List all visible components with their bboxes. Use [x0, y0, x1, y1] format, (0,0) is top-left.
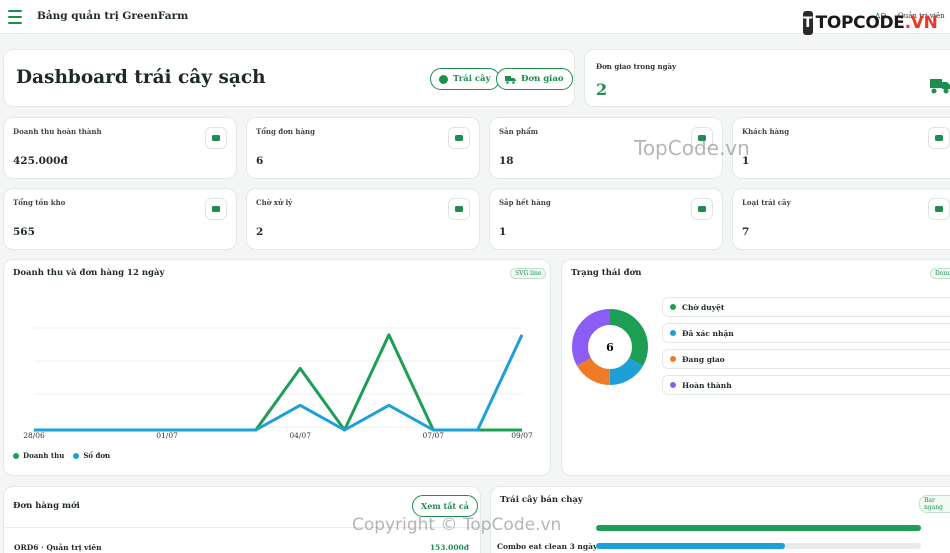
x-tick-label: 01/07: [156, 431, 178, 440]
logo-mark-icon: T: [803, 11, 813, 35]
stat-value: 1: [742, 155, 750, 167]
status-label: Hoàn thành: [682, 380, 732, 390]
view-all-button[interactable]: Xem tất cả: [412, 495, 478, 517]
x-tick-label: 04/07: [289, 431, 311, 440]
status-row: Hoàn thành2: [662, 375, 950, 395]
stat-label: Sắp hết hàng: [499, 198, 551, 207]
status-label: Đang giao: [682, 354, 725, 364]
order-status-tag: Donut: [930, 268, 950, 279]
orders-button[interactable]: Đơn giao: [496, 68, 573, 90]
stat-value: 1: [499, 226, 507, 238]
view-all-label: Xem tất cả: [421, 501, 469, 511]
revenue-line-chart: 28/06 01/07 04/07 07/07 09/07: [23, 327, 533, 440]
receipt-icon: [448, 127, 470, 149]
layers-icon: [928, 198, 950, 220]
stat-label: Tổng đơn hàng: [256, 127, 315, 136]
legend-orders: Số đơn: [73, 451, 110, 460]
stat-card: Loại trái cây 7: [732, 188, 950, 250]
new-orders-panel: Đơn hàng mới Xem tất cả ORD6 · Quản trị …: [3, 486, 482, 553]
new-orders-title: Đơn hàng mới: [13, 501, 80, 511]
status-row: Chờ duyệt2: [662, 297, 950, 317]
x-tick-label: 09/07: [511, 431, 533, 440]
topcode-logo: T TOPCODE.VN: [803, 11, 938, 35]
stat-value: 565: [13, 226, 35, 238]
stat-value: 425.000đ: [13, 155, 68, 167]
bestseller-label: Combo eat clean 3 ngày: [497, 542, 598, 551]
status-row: Đang giao1: [662, 349, 950, 369]
divider: [4, 527, 482, 528]
status-dot: [670, 356, 676, 362]
logo-text: TOPCODE.VN: [815, 13, 938, 33]
status-row: Đã xác nhận1: [662, 323, 950, 343]
stat-value: 7: [742, 226, 750, 238]
order-status-title: Trạng thái đơn: [571, 268, 642, 278]
wallet-icon: [205, 127, 227, 149]
warehouse-icon: [205, 198, 227, 220]
hero-card: Dashboard trái cây sạch Trái cây Đơn gia…: [3, 49, 575, 107]
stat-card: Doanh thu hoàn thành 425.000đ: [3, 117, 237, 179]
series-line-1: [34, 334, 524, 432]
bestsellers-title: Trái cây bán chạy: [500, 495, 583, 505]
stat-label: Loại trái cây: [742, 198, 791, 207]
stat-label: Doanh thu hoàn thành: [13, 127, 102, 136]
bestseller-bar-fill: [596, 543, 785, 549]
app-title: Bảng quản trị GreenFarm: [37, 10, 189, 22]
stat-label: Sản phẩm: [499, 127, 539, 136]
stat-label: Chờ xử lý: [256, 198, 293, 207]
menu-icon[interactable]: [6, 6, 24, 26]
status-dot: [670, 382, 676, 388]
status-dot: [670, 330, 676, 336]
status-label: Chờ duyệt: [682, 302, 725, 312]
warning-icon: [691, 198, 713, 220]
delivery-card: Đơn giao trong ngày 2: [584, 49, 950, 107]
order-status-donut: 6: [572, 309, 648, 385]
fruits-button[interactable]: Trái cây: [430, 68, 500, 90]
stat-card: Chờ xử lý 2: [246, 188, 480, 250]
bestseller-bar-1: [596, 525, 921, 531]
series-line-0: [34, 333, 522, 432]
stat-card: Tổng tồn kho 565: [3, 188, 237, 250]
stat-label: Khách hàng: [742, 127, 790, 136]
page-title: Dashboard trái cây sạch: [16, 67, 266, 88]
delivery-truck-icon: [930, 79, 950, 94]
bestsellers-tag: Bar ngang: [919, 495, 950, 513]
delivery-value: 2: [596, 80, 608, 99]
stat-label: Tổng tồn kho: [13, 198, 66, 207]
truck-icon: [505, 75, 516, 84]
x-tick-label: 28/06: [23, 431, 45, 440]
bestsellers-panel: Trái cây bán chạy Bar ngang Combo eat cl…: [490, 486, 950, 553]
stat-value: 18: [499, 155, 514, 167]
order-row[interactable]: ORD6 · Quản trị viên 153.000đ: [14, 543, 469, 552]
revenue-chart-legend: Doanh thu Số đơn: [13, 451, 110, 460]
stat-card: Tổng đơn hàng 6: [246, 117, 480, 179]
users-icon: [928, 127, 950, 149]
status-dot: [670, 304, 676, 310]
revenue-chart-panel: Doanh thu và đơn hàng 12 ngày SVG line 2…: [3, 259, 551, 476]
delivery-label: Đơn giao trong ngày: [596, 62, 677, 71]
apple-icon: [439, 74, 448, 84]
status-label: Đã xác nhận: [682, 328, 734, 338]
stat-value: 6: [256, 155, 264, 167]
stat-card: Khách hàng 1: [732, 117, 950, 179]
order-status-panel: Trạng thái đơn Donut 6 Chờ duyệt2 Đã xác …: [561, 259, 950, 476]
donut-total: 6: [606, 341, 614, 354]
stat-value: 2: [256, 226, 264, 238]
fruits-button-label: Trái cây: [453, 74, 491, 84]
stat-card: Sản phẩm 18: [489, 117, 723, 179]
orders-button-label: Đơn giao: [521, 74, 564, 84]
apple-icon: [691, 127, 713, 149]
order-id: ORD6 · Quản trị viên: [14, 543, 102, 552]
legend-revenue: Doanh thu: [13, 451, 64, 460]
order-total: 153.000đ: [429, 543, 469, 552]
x-tick-label: 07/07: [422, 431, 444, 440]
bestseller-bar-2: [596, 543, 921, 549]
stat-card: Sắp hết hàng 1: [489, 188, 723, 250]
hourglass-icon: [448, 198, 470, 220]
